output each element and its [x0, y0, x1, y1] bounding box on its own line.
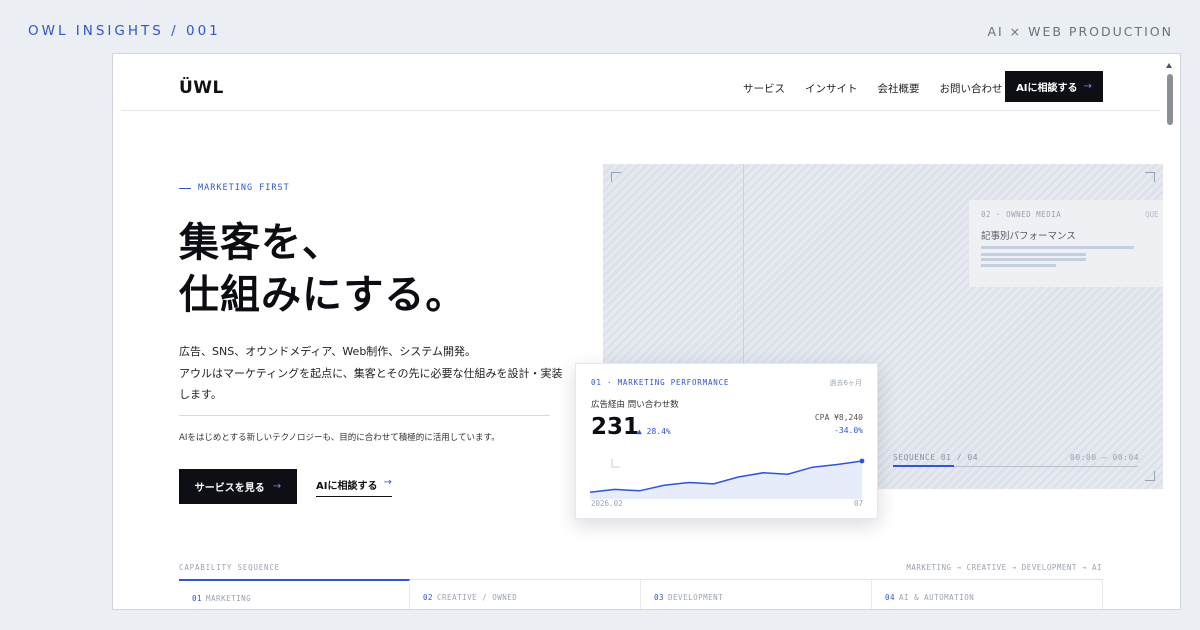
ai-consult-button[interactable]: AIに相談する →	[1005, 71, 1103, 102]
owned-media-bar	[981, 246, 1134, 249]
owned-media-bar	[981, 258, 1087, 261]
view-services-button[interactable]: サービスを見る →	[179, 469, 297, 504]
tab-label: 02 CREATIVE / OWNED	[423, 593, 517, 602]
tab-marketing[interactable]: 01 MARKETING	[179, 579, 410, 609]
logo[interactable]: ÜWL	[179, 78, 224, 98]
sequence-label: SEQUENCE 01 / 04	[893, 453, 979, 462]
tagline-label: AI × WEB PRODUCTION	[987, 24, 1173, 39]
tab-name: AI & AUTOMATION	[899, 593, 975, 602]
cpa-value: CPA ¥8,240	[814, 413, 863, 422]
arrow-right-icon: →	[1083, 81, 1092, 92]
main-nav: サービス インサイト 会社概要 お問い合わせ	[743, 81, 1003, 96]
tab-label: 03 DEVELOPMENT	[654, 593, 723, 602]
headline-line-1: 集客を、	[179, 220, 343, 266]
scrollbar-thumb[interactable]	[1167, 74, 1173, 125]
tab-name: CREATIVE / OWNED	[437, 593, 518, 602]
cpa-delta: -34.0%	[834, 426, 863, 435]
arrow-right-icon: →	[272, 481, 282, 492]
eyebrow-text: MARKETING FIRST	[198, 183, 290, 193]
description-line-2: アウルはマーケティングを起点に、集客とその先に必要な仕組みを設計・実装	[179, 366, 563, 380]
tab-development[interactable]: 03 DEVELOPMENT	[641, 579, 872, 609]
nav-item-company[interactable]: 会社概要	[878, 81, 920, 96]
corner-mark-icon	[611, 172, 621, 182]
inquiry-count: 231	[591, 414, 640, 440]
hero-eyebrow: MARKETING FIRST	[179, 183, 290, 193]
owned-media-bar	[981, 253, 1087, 256]
capability-flow: MARKETING → CREATIVE → DEVELOPMENT → AI	[906, 563, 1102, 572]
description-line-3: します。	[179, 388, 222, 401]
card-subtitle: 広告経由 問い合わせ数	[591, 400, 679, 410]
dash-icon	[179, 187, 191, 189]
tab-number: 01	[192, 594, 203, 603]
owned-media-card: 02 · OWNED MEDIA QUE 記事別パフォーマンス	[969, 200, 1163, 287]
tab-name: MARKETING	[206, 594, 252, 603]
tab-name: DEVELOPMENT	[668, 593, 724, 602]
owned-media-label: 02 · OWNED MEDIA	[981, 210, 1062, 219]
tab-number: 03	[654, 593, 665, 602]
hero-ai-note: AIをはじめとする新しいテクノロジーも、目的に合わせて積極的に活用しています。	[179, 433, 500, 443]
owned-media-title: 記事別パフォーマンス	[981, 231, 1076, 242]
marketing-performance-card: 01 · MARKETING PERFORMANCE 過去6ヶ月 広告経由 問い…	[575, 363, 878, 519]
inquiry-delta: ▲ 28.4%	[637, 427, 671, 436]
tab-number: 02	[423, 593, 434, 602]
capability-label: CAPABILITY SEQUENCE	[179, 563, 280, 572]
ai-consult-link[interactable]: AIに相談する →	[316, 477, 392, 497]
tab-label: 04 AI & AUTOMATION	[885, 593, 974, 602]
ai-consult-label: AIに相談する	[1016, 83, 1078, 94]
chart-point	[859, 458, 865, 464]
brand-series-label: OWL INSIGHTS / 001	[28, 23, 221, 39]
owned-media-bar	[981, 264, 1056, 267]
chart-axis-mark	[611, 459, 620, 468]
owned-media-label-ghost: QUE	[1145, 210, 1159, 219]
tab-ai-automation[interactable]: 04 AI & AUTOMATION	[872, 579, 1103, 609]
sequence-progress-fill	[893, 465, 955, 467]
ai-consult-link-label: AIに相談する	[316, 481, 378, 492]
corner-mark-icon	[1145, 471, 1155, 481]
nav-item-contact[interactable]: お問い合わせ	[940, 81, 1003, 96]
header-divider	[121, 110, 1160, 111]
chart-x-start: 2026.02	[591, 499, 623, 508]
card-label: 01 · MARKETING PERFORMANCE	[591, 378, 730, 387]
nav-item-insights[interactable]: インサイト	[805, 81, 858, 96]
browser-frame: ÜWL サービス インサイト 会社概要 お問い合わせ AIに相談する → MAR…	[112, 53, 1181, 610]
description-line-1: 広告、SNS、オウンドメディア、Web制作、システム開発。	[179, 345, 476, 358]
sequence-time: 00:00 — 00:04	[1070, 453, 1140, 462]
tab-label: 01 MARKETING	[192, 594, 251, 603]
chart-x-end: 07	[853, 499, 863, 508]
corner-mark-icon	[1145, 172, 1155, 182]
hero-headline: 集客を、 仕組みにする。	[179, 217, 466, 321]
scroll-up-arrow-icon[interactable]	[1166, 63, 1172, 68]
tab-creative-owned[interactable]: 02 CREATIVE / OWNED	[410, 579, 641, 609]
headline-line-2: 仕組みにする。	[179, 272, 467, 318]
hero-description: 広告、SNS、オウンドメディア、Web制作、システム開発。 アウルはマーケティン…	[179, 341, 579, 406]
tab-number: 04	[885, 593, 896, 602]
view-services-label: サービスを見る	[194, 483, 265, 494]
hero-divider	[179, 415, 550, 416]
capability-tabs: 01 MARKETING 02 CREATIVE / OWNED 03 DEVELOP…	[179, 579, 1103, 609]
card-period: 過去6ヶ月	[829, 379, 862, 387]
nav-item-services[interactable]: サービス	[743, 81, 785, 96]
arrow-right-icon: →	[383, 477, 392, 488]
inquiry-trend-chart	[590, 458, 865, 499]
